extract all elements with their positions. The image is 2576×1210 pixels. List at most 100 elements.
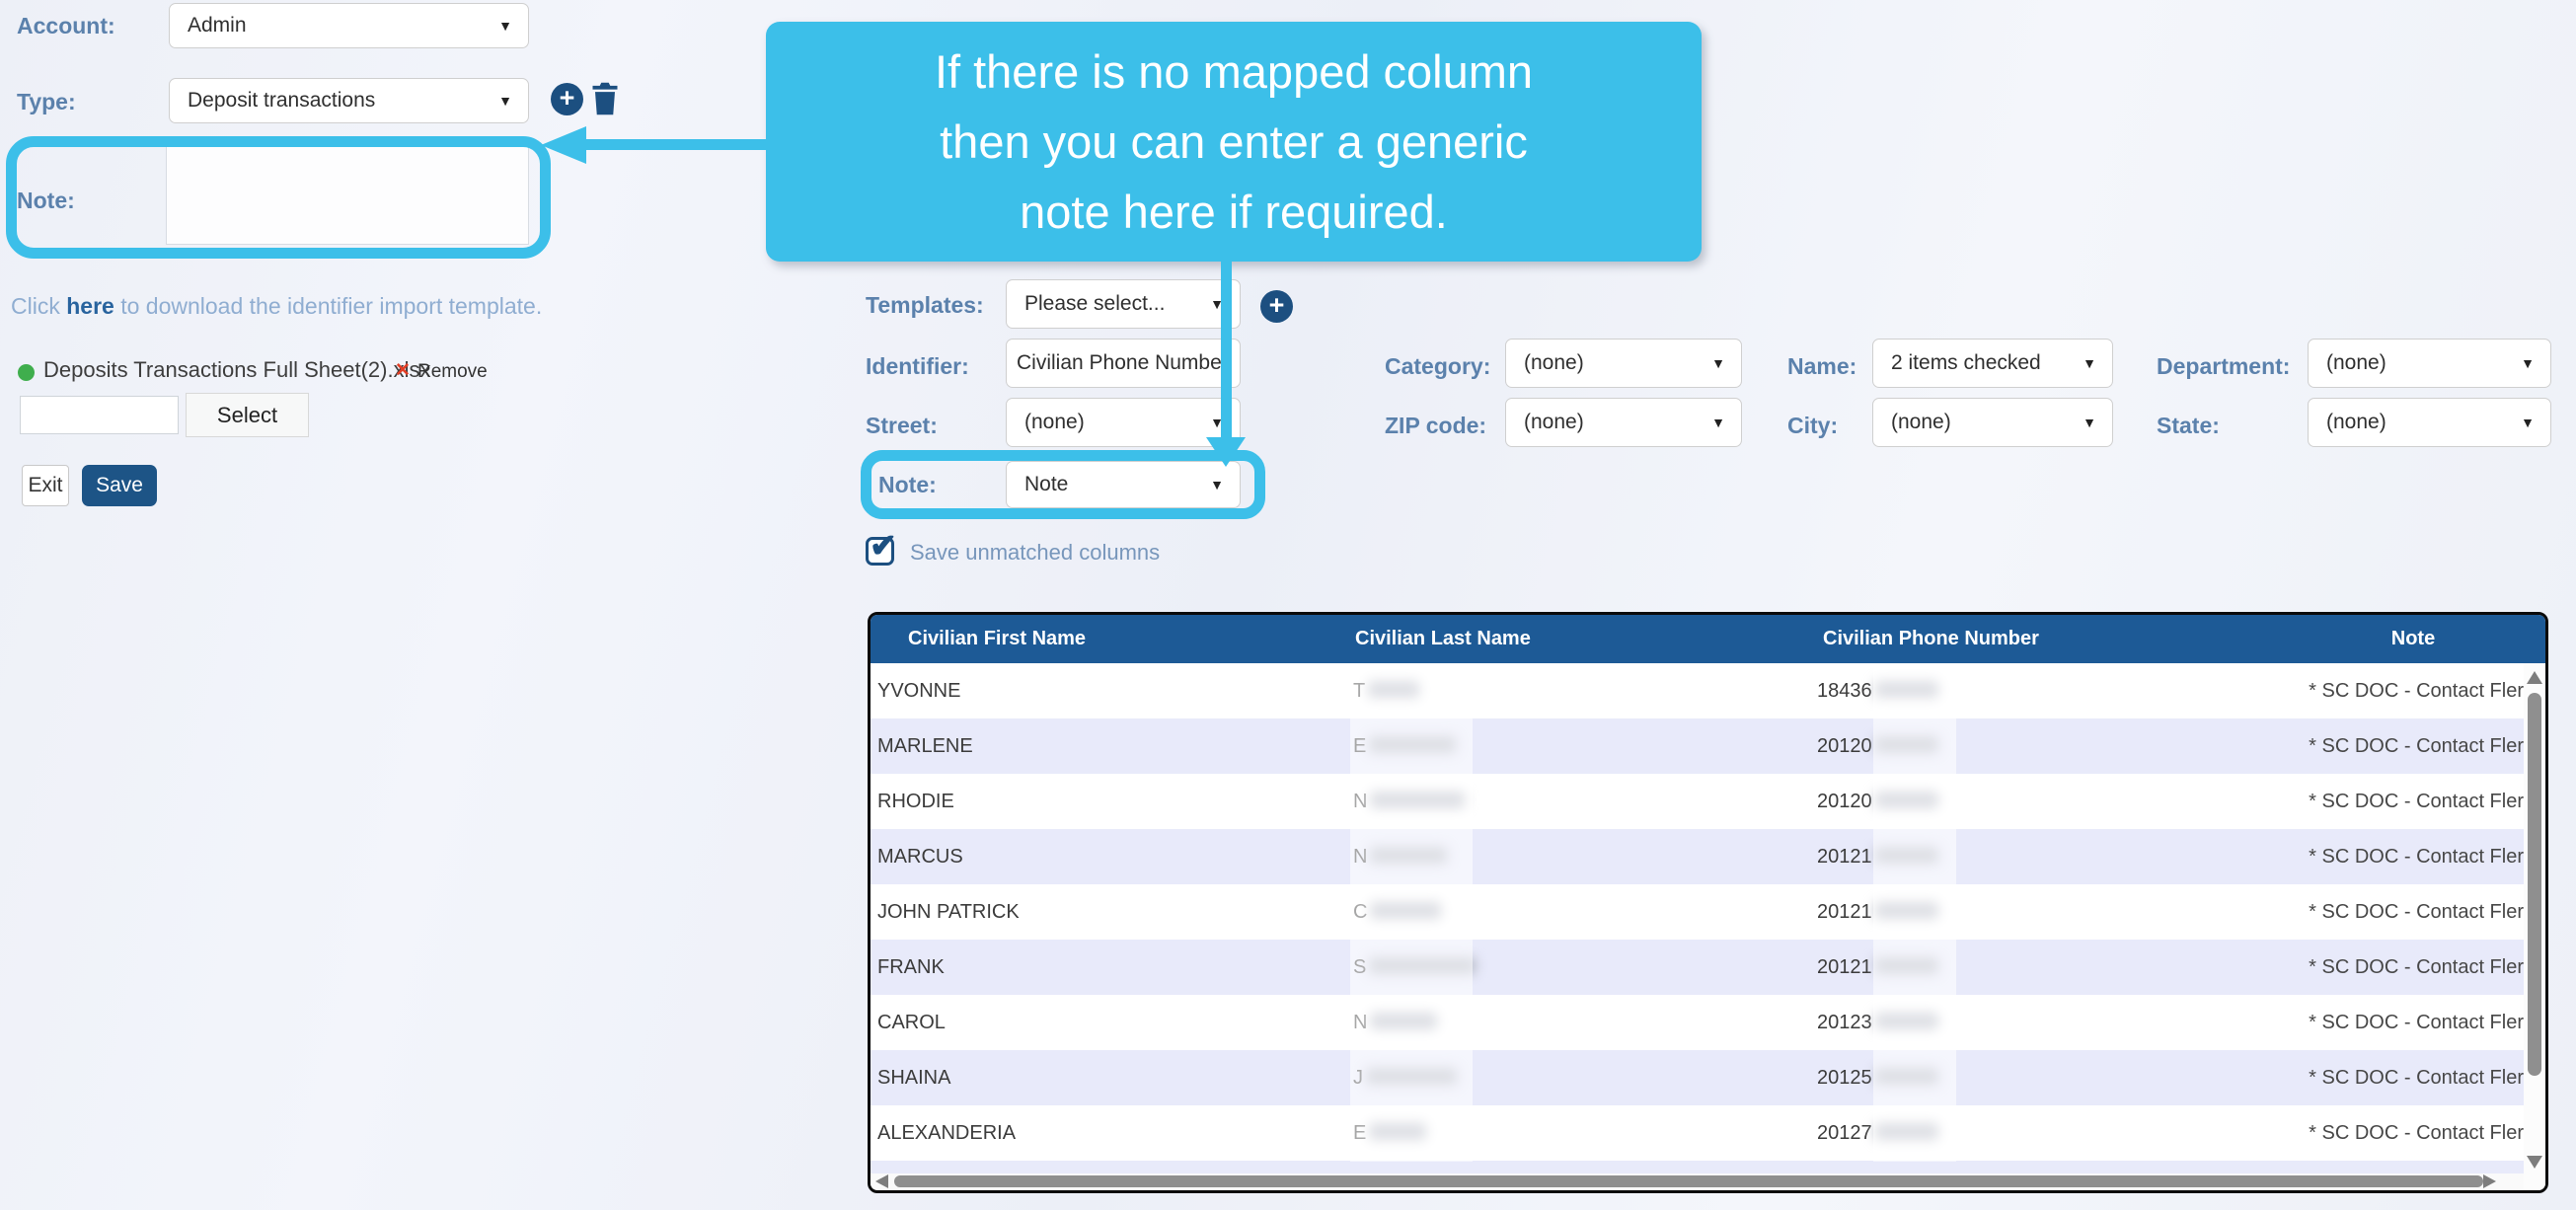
city-value: (none): [1891, 411, 1951, 434]
name-select[interactable]: 2 items checked ▼: [1872, 339, 2113, 388]
category-value: (none): [1524, 351, 1584, 375]
name-value: 2 items checked: [1891, 351, 2041, 375]
last-name-visible-prefix: E: [1353, 735, 1366, 757]
vertical-scrollbar[interactable]: [2524, 663, 2545, 1190]
last-name-visible-prefix: J: [1353, 1067, 1363, 1089]
cell-note: * SC DOC - Contact Fler: [2303, 829, 2524, 884]
account-select[interactable]: Admin ▼: [169, 3, 529, 48]
file-path-input[interactable]: [20, 396, 179, 434]
cell-last-name: T: [1347, 663, 1809, 718]
cell-phone: 20121: [1809, 829, 2303, 884]
redaction-blur: [1370, 1013, 1437, 1029]
category-select[interactable]: (none) ▼: [1505, 339, 1742, 388]
exit-button[interactable]: Exit: [22, 465, 69, 506]
cell-last-name: J: [1347, 1050, 1809, 1105]
department-label: Department:: [2157, 353, 2290, 380]
download-here-link[interactable]: here: [66, 293, 114, 319]
table-row: JOHN PATRICK C 20121 * SC DOC - Contact …: [871, 884, 2545, 940]
remove-file-x-icon[interactable]: ✕: [395, 359, 411, 382]
account-label: Account:: [17, 13, 115, 39]
category-label: Category:: [1385, 353, 1490, 380]
table-body: YVONNE T 18436 * SC DOC - Contact Fler M…: [871, 663, 2545, 1161]
phone-visible-prefix: 20125: [1817, 1067, 1872, 1089]
cell-phone: 20120: [1809, 774, 2303, 829]
redaction-blur: [1875, 1068, 1938, 1085]
city-label: City:: [1787, 413, 1838, 439]
uploaded-file-name: Deposits Transactions Full Sheet(2).xlsx: [43, 357, 431, 383]
column-header-first-name: Civilian First Name: [871, 615, 1347, 663]
save-button[interactable]: Save: [82, 465, 157, 506]
cell-last-name: C: [1347, 884, 1809, 940]
table-row: SHAINA J 20125 * SC DOC - Contact Fler: [871, 1050, 2545, 1105]
horizontal-scrollbar-thumb[interactable]: [894, 1175, 2483, 1187]
cell-note: * SC DOC - Contact Fler: [2303, 995, 2524, 1050]
cell-first-name: JOHN PATRICK: [871, 884, 1347, 940]
scroll-left-arrow-icon[interactable]: [875, 1174, 888, 1188]
add-type-button[interactable]: +: [551, 83, 583, 115]
chevron-down-icon: ▼: [1711, 355, 1725, 371]
cell-note: * SC DOC - Contact Fler: [2303, 718, 2524, 774]
table-row: RHODIE N 20120 * SC DOC - Contact Fler: [871, 774, 2545, 829]
cell-first-name: FRANK: [871, 940, 1347, 995]
table-row: FRANK S 20121 * SC DOC - Contact Fler: [871, 940, 2545, 995]
last-name-visible-prefix: N: [1353, 1012, 1367, 1033]
cell-note: * SC DOC - Contact Fler: [2303, 774, 2524, 829]
department-select[interactable]: (none) ▼: [2308, 339, 2551, 388]
select-file-button[interactable]: Select: [186, 393, 309, 437]
cell-last-name: S: [1347, 940, 1809, 995]
callout-line: note here if required.: [766, 177, 1702, 247]
chevron-down-icon: ▼: [1711, 415, 1725, 430]
save-unmatched-checkbox[interactable]: ✔: [866, 537, 894, 566]
identifier-value: Civilian Phone Number: [1017, 351, 1229, 375]
redaction-blur: [1875, 1013, 1938, 1029]
redaction-blur: [1370, 792, 1465, 808]
redaction-blur: [1369, 957, 1476, 974]
table-row: CAROL N 20123 * SC DOC - Contact Fler: [871, 995, 2545, 1050]
chevron-down-icon: ▼: [2521, 355, 2535, 371]
templates-select[interactable]: Please select... ▼: [1006, 279, 1241, 329]
save-unmatched-label: Save unmatched columns: [910, 540, 1160, 566]
cell-last-name: N: [1347, 774, 1809, 829]
chevron-down-icon: ▼: [2521, 415, 2535, 430]
import-preview-table: Civilian First Name Civilian Last Name C…: [868, 612, 2548, 1193]
cell-last-name: N: [1347, 829, 1809, 884]
name-label: Name:: [1787, 353, 1856, 380]
trash-icon[interactable]: [590, 81, 620, 116]
city-select[interactable]: (none) ▼: [1872, 398, 2113, 447]
callout-arrow-left-head: [541, 126, 586, 164]
cell-phone: 20125: [1809, 1050, 2303, 1105]
cell-note: * SC DOC - Contact Fler: [2303, 884, 2524, 940]
zip-select[interactable]: (none) ▼: [1505, 398, 1742, 447]
note-map-label: Note:: [878, 472, 937, 498]
last-name-visible-prefix: N: [1353, 846, 1367, 868]
department-value: (none): [2326, 351, 2387, 375]
templates-value: Please select...: [1024, 292, 1165, 316]
type-label: Type:: [17, 89, 76, 115]
last-name-visible-prefix: S: [1353, 956, 1366, 978]
redaction-blur: [1366, 1068, 1457, 1085]
scroll-up-arrow-icon[interactable]: [2527, 671, 2542, 684]
type-select[interactable]: Deposit transactions ▼: [169, 78, 529, 123]
remove-file-button[interactable]: Remove: [417, 361, 488, 383]
account-value: Admin: [188, 14, 247, 38]
cell-note: * SC DOC - Contact Fler: [2303, 940, 2524, 995]
phone-visible-prefix: 20120: [1817, 735, 1872, 757]
scroll-right-arrow-icon[interactable]: [2483, 1174, 2496, 1188]
templates-label: Templates:: [866, 292, 984, 319]
add-template-button[interactable]: +: [1260, 290, 1293, 323]
vertical-scrollbar-thumb[interactable]: [2528, 693, 2541, 1076]
cell-phone: 20127: [1809, 1105, 2303, 1161]
phone-visible-prefix: 20121: [1817, 901, 1872, 923]
table-header-row: Civilian First Name Civilian Last Name C…: [871, 615, 2545, 663]
download-prefix: Click: [11, 293, 66, 319]
state-select[interactable]: (none) ▼: [2308, 398, 2551, 447]
state-label: State:: [2157, 413, 2220, 439]
scroll-down-arrow-icon[interactable]: [2527, 1156, 2542, 1169]
redaction-blur: [1875, 792, 1938, 808]
cell-last-name: E: [1347, 718, 1809, 774]
street-label: Street:: [866, 413, 938, 439]
callout-arrow-down-head: [1206, 437, 1246, 467]
identifier-select[interactable]: Civilian Phone Number ▼: [1006, 339, 1241, 388]
chevron-down-icon: ▼: [2083, 355, 2096, 371]
horizontal-scrollbar[interactable]: [871, 1173, 2524, 1189]
